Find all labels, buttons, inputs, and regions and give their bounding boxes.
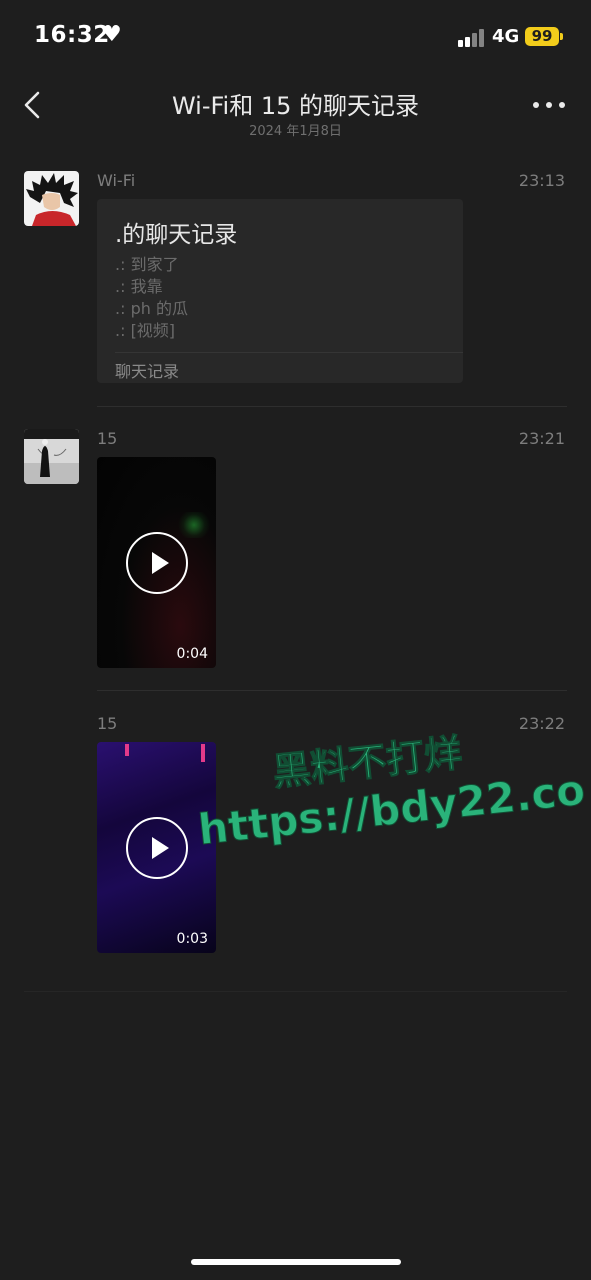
message-item: 15 23:21 0:04 xyxy=(0,429,591,691)
record-footer: 聊天记录 xyxy=(115,362,180,381)
video-duration: 0:03 xyxy=(176,931,208,947)
video-message[interactable]: 0:04 xyxy=(97,457,216,668)
signal-icon xyxy=(458,29,486,47)
status-bar: 16:32 ♥ 4G 99 xyxy=(0,0,591,76)
status-time: 16:32 xyxy=(34,22,110,48)
sender-name: 15 xyxy=(97,429,118,448)
home-indicator[interactable] xyxy=(191,1259,401,1265)
sender-name: 15 xyxy=(97,714,118,733)
sender-name: Wi-Fi xyxy=(97,171,136,190)
play-icon[interactable] xyxy=(126,532,188,594)
avatar-image xyxy=(24,171,79,226)
record-divider xyxy=(115,352,463,353)
battery-tip xyxy=(560,33,563,40)
message-divider xyxy=(97,690,567,691)
record-line: .: [视频] xyxy=(115,321,176,340)
record-line: .: 到家了 xyxy=(115,255,179,274)
nav-bar: Wi-Fi和 15 的聊天记录 2024 年1月8日 xyxy=(0,76,591,146)
more-icon xyxy=(533,102,539,108)
message-time: 23:21 xyxy=(518,429,565,448)
message-item: Wi-Fi 23:13 .的聊天记录 .: 到家了 .: 我靠 .: ph 的瓜… xyxy=(0,171,591,407)
record-title: .的聊天记录 xyxy=(115,222,238,248)
network-type: 4G xyxy=(492,26,520,47)
avatar[interactable] xyxy=(24,429,79,484)
record-line: .: 我靠 xyxy=(115,277,163,296)
message-divider xyxy=(97,406,567,407)
message-time: 23:13 xyxy=(518,171,565,190)
video-duration: 0:04 xyxy=(176,646,208,662)
avatar-image xyxy=(24,429,79,484)
list-end-divider xyxy=(24,991,567,992)
chat-record-card[interactable]: .的聊天记录 .: 到家了 .: 我靠 .: ph 的瓜 .: [视频] 聊天记… xyxy=(97,199,463,383)
chat-record-screen: 16:32 ♥ 4G 99 Wi-Fi和 15 的聊天记录 2024 年1月8日 xyxy=(0,0,591,1280)
avatar[interactable] xyxy=(24,171,79,226)
battery-icon: 99 xyxy=(525,27,559,46)
play-icon[interactable] xyxy=(126,817,188,879)
video-thumbnail-light xyxy=(177,512,211,538)
page-title: Wi-Fi和 15 的聊天记录 xyxy=(171,92,420,120)
record-line: .: ph 的瓜 xyxy=(115,299,188,318)
page-date: 2024 年1月8日 xyxy=(249,124,342,139)
heart-icon: ♥ xyxy=(102,22,122,47)
video-thumbnail-light xyxy=(125,744,129,756)
more-button[interactable] xyxy=(533,100,565,110)
